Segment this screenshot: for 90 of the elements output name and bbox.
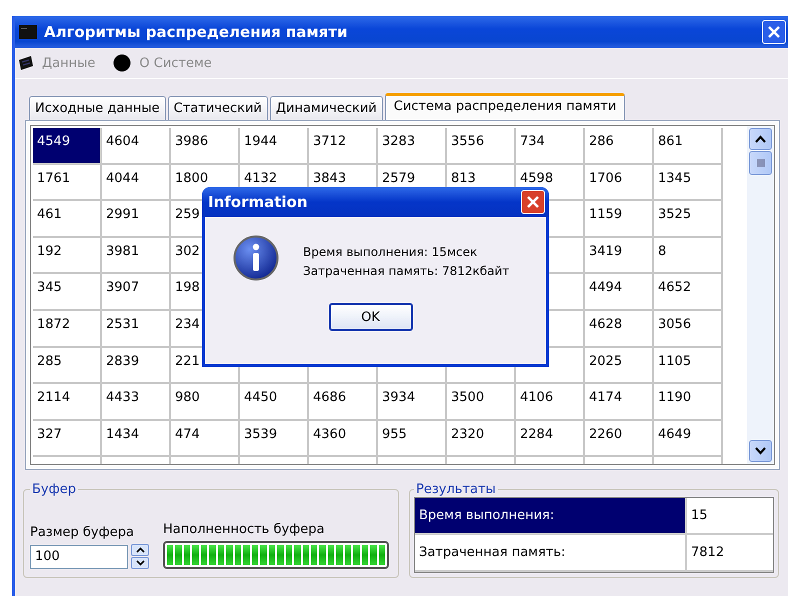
group-title: Результаты [415, 482, 497, 497]
table-cell: 3907 [102, 274, 171, 311]
table-cell: 4494 [585, 274, 654, 311]
scroll-down-button[interactable] [749, 440, 772, 462]
table-cell: 3556 [447, 128, 516, 165]
close-button[interactable] [762, 20, 786, 44]
table-cell: 4106 [516, 384, 585, 421]
table-cell: 980 [171, 384, 240, 421]
table-cell: 2114 [33, 384, 102, 421]
tab[interactable]: Система распределения памяти [384, 93, 626, 120]
close-button[interactable] [521, 190, 545, 214]
table-cell: 474 [171, 420, 240, 458]
table-cell: 1872 [33, 310, 102, 348]
table-cell: 4044 [102, 164, 171, 202]
table-cell: 1706 [585, 164, 654, 202]
table-cell: 461 [33, 201, 102, 238]
table-cell: 3056 [654, 310, 723, 348]
film-icon [18, 55, 34, 71]
table-cell: 4174 [585, 384, 654, 421]
table-cell: Время выполнения: [415, 498, 687, 535]
table-cell: 4604 [102, 128, 171, 165]
ok-button[interactable]: OK [328, 303, 412, 331]
table-cell: 734 [516, 128, 585, 165]
table-cell: 3981 [102, 238, 171, 274]
table-cell: 2260 [585, 420, 654, 458]
table-cell: 285 [33, 348, 102, 384]
table-cell: 2991 [102, 201, 171, 238]
table-cell: 286 [585, 128, 654, 165]
table-cell: 8 [654, 238, 723, 274]
table-cell: 2320 [447, 420, 516, 458]
spin-up-button[interactable] [131, 544, 149, 556]
table-cell: 4628 [585, 310, 654, 348]
table-cell: 3712 [309, 128, 378, 165]
field-label: Наполненность буфера [163, 522, 326, 537]
table-cell: 1944 [240, 128, 309, 165]
table-cell: 2284 [516, 420, 585, 458]
table-cell: 15 [687, 498, 773, 535]
table-cell: 3419 [585, 238, 654, 274]
dialog-message: Время выполнения: 15мсек [303, 244, 478, 261]
table-cell: 327 [33, 420, 102, 458]
table-cell: 3934 [378, 384, 447, 421]
table-cell: 4360 [309, 420, 378, 458]
chevron-down-icon [755, 447, 766, 455]
table-cell: 7812 [687, 535, 773, 572]
table-cell: 3539 [240, 420, 309, 458]
table-cell: 4549 [33, 128, 102, 165]
chevron-up-icon [136, 547, 144, 553]
console-icon [19, 25, 37, 39]
table-cell: 3986 [171, 128, 240, 165]
table-cell: 4686 [309, 384, 378, 421]
table-cell: 3525 [654, 201, 723, 238]
circle-icon [113, 54, 132, 72]
group-title: Буфер [31, 482, 77, 497]
table-cell: 4649 [654, 420, 723, 458]
grip-icon [756, 159, 764, 167]
table-cell: 4433 [102, 384, 171, 421]
tab[interactable]: Статический [168, 96, 268, 120]
table-cell: 3500 [447, 384, 516, 421]
table-cell: 1105 [654, 348, 723, 384]
table-cell: 1159 [585, 201, 654, 238]
table-cell: 955 [378, 420, 447, 458]
info-icon [233, 235, 279, 281]
table-cell: 861 [654, 128, 723, 165]
table-cell: 2531 [102, 310, 171, 348]
spin-down-button[interactable] [131, 557, 149, 569]
scroll-up-button[interactable] [749, 128, 772, 150]
table-cell: 1761 [33, 164, 102, 202]
table-cell: 3283 [378, 128, 447, 165]
window-title: Алгоритмы распределения памяти [44, 23, 349, 41]
table-cell: 1345 [654, 164, 723, 202]
scroll-thumb[interactable] [749, 151, 772, 175]
close-icon [766, 24, 782, 40]
table-cell: 4450 [240, 384, 309, 421]
chevron-down-icon [136, 560, 144, 566]
close-icon [526, 195, 540, 209]
chevron-up-icon [755, 135, 766, 143]
table-cell: 1434 [102, 420, 171, 458]
table-cell: 345 [33, 274, 102, 311]
table-cell: 2839 [102, 348, 171, 384]
buffer-size-field[interactable]: 100 [30, 544, 128, 568]
table-cell: 2025 [585, 348, 654, 384]
table-cell: 192 [33, 238, 102, 274]
table-cell: Затраченная память: [415, 535, 687, 572]
table-cell: 1190 [654, 384, 723, 421]
table-cell: 4652 [654, 274, 723, 311]
scrollbar[interactable] [747, 126, 774, 464]
dialog-message: Затраченная память: 7812кбайт [303, 263, 510, 280]
tab[interactable]: Динамический [270, 96, 383, 120]
tab[interactable]: Исходные данные [29, 96, 166, 120]
field-label: Размер буфера [30, 525, 135, 540]
